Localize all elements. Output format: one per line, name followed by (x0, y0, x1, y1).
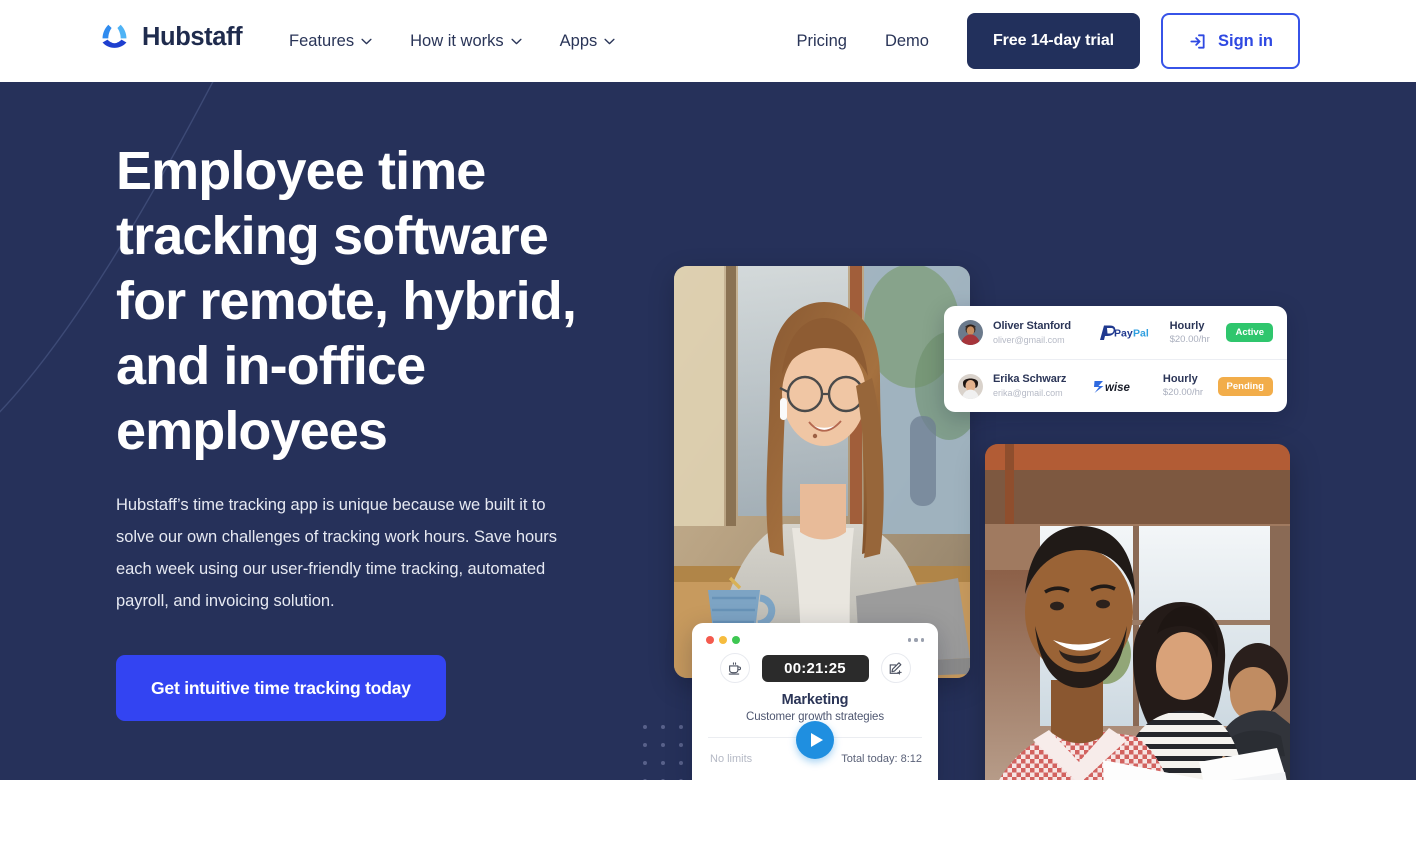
timer-project-name: Marketing (781, 692, 849, 708)
person-name: Oliver Stanford (993, 319, 1071, 332)
widget-titlebar (692, 623, 938, 647)
payment-rate: Hourly $20.00/hr (1170, 320, 1227, 346)
hero-subtitle: Hubstaff’s time tracking app is unique b… (116, 496, 557, 610)
avatar (958, 373, 983, 399)
close-window-dot[interactable] (706, 636, 714, 644)
nav-item-how-it-works[interactable]: How it works (410, 32, 522, 51)
top-navigation-bar: Hubstaff Features How it works Apps Pric… (0, 0, 1416, 82)
brand-logo[interactable]: Hubstaff (98, 21, 243, 54)
person-name: Erika Schwarz (993, 373, 1067, 385)
minimize-window-dot[interactable] (719, 636, 727, 644)
hero-section: Employee time tracking software for remo… (0, 82, 1416, 780)
payment-person: Oliver Stanford oliver@gmail.com (993, 320, 1096, 346)
hero-copy-block: Employee time tracking software for remo… (116, 139, 626, 721)
person-email: oliver@gmail.com (993, 334, 1065, 345)
photo-office-team (985, 444, 1290, 780)
nav-item-demo[interactable]: Demo (885, 32, 929, 51)
hubstaff-landing-page: Hubstaff Features How it works Apps Pric… (0, 0, 1416, 860)
login-arrow-icon (1188, 32, 1207, 51)
sign-in-label: Sign in (1218, 31, 1273, 50)
wise-logo-icon: wise (1092, 378, 1157, 395)
secondary-nav-actions: Pricing Demo Free 14-day trial Sign in (797, 0, 1300, 82)
nav-item-how-it-works-label: How it works (410, 31, 504, 50)
chevron-down-icon (511, 38, 522, 45)
edit-pencil-plus-icon[interactable] (880, 653, 911, 683)
rate-label: Hourly (1169, 319, 1205, 332)
play-button-icon[interactable] (796, 721, 834, 759)
timer-limits-label: No limits (710, 753, 753, 765)
elapsed-time-display: 00:21:25 (761, 654, 869, 682)
payment-row[interactable]: Erika Schwarz erika@gmail.com wise Hourl… (944, 359, 1287, 412)
more-options-icon[interactable] (907, 638, 924, 642)
nav-item-pricing[interactable]: Pricing (797, 32, 847, 51)
timer-footer: No limits Total today: 8:12 (692, 721, 938, 780)
page-title: Employee time tracking software for remo… (116, 141, 577, 461)
sign-in-button[interactable]: Sign in (1161, 13, 1300, 69)
nav-item-features-label: Features (289, 31, 355, 50)
payments-overview-card: Oliver Stanford oliver@gmail.com Pay Pal… (944, 306, 1287, 412)
cta-get-started-button[interactable]: Get intuitive time tracking today (116, 655, 446, 721)
timer-controls-row: 00:21:25 (692, 653, 938, 683)
nav-item-features[interactable]: Features (289, 32, 372, 51)
svg-text:wise: wise (1105, 382, 1131, 394)
rate-value: $20.00/hr (1169, 333, 1210, 345)
payment-row[interactable]: Oliver Stanford oliver@gmail.com Pay Pal… (944, 306, 1287, 359)
paypal-logo-icon: Pay Pal (1096, 324, 1164, 341)
rate-label: Hourly (1162, 373, 1198, 385)
status-badge: Pending (1217, 376, 1273, 396)
status-badge: Active (1226, 323, 1273, 342)
payment-rate: Hourly $20.00/hr (1163, 373, 1218, 399)
photo-woman-cafe-laptop (674, 266, 970, 678)
hubstaff-logo-icon (98, 21, 131, 54)
free-trial-button[interactable]: Free 14-day trial (966, 13, 1140, 69)
window-controls (706, 636, 740, 644)
time-tracker-widget: 00:21:25 Marketing Customer growth strat… (692, 623, 938, 780)
avatar (958, 320, 983, 345)
nav-item-apps[interactable]: Apps (560, 32, 616, 51)
payment-person: Erika Schwarz erika@gmail.com (993, 373, 1092, 399)
timer-total-today: Total today: 8:12 (841, 753, 922, 765)
chevron-down-icon (604, 38, 615, 45)
svg-text:Pay: Pay (1114, 328, 1133, 340)
svg-text:Pal: Pal (1133, 328, 1149, 340)
maximize-window-dot[interactable] (732, 636, 740, 644)
brand-name: Hubstaff (142, 23, 243, 51)
coffee-cup-icon[interactable] (719, 653, 750, 683)
rate-value: $20.00/hr (1162, 387, 1204, 398)
chevron-down-icon (361, 38, 372, 45)
person-email: erika@gmail.com (993, 388, 1063, 398)
primary-nav-links: Features How it works Apps (289, 0, 615, 82)
nav-item-apps-label: Apps (559, 31, 598, 50)
